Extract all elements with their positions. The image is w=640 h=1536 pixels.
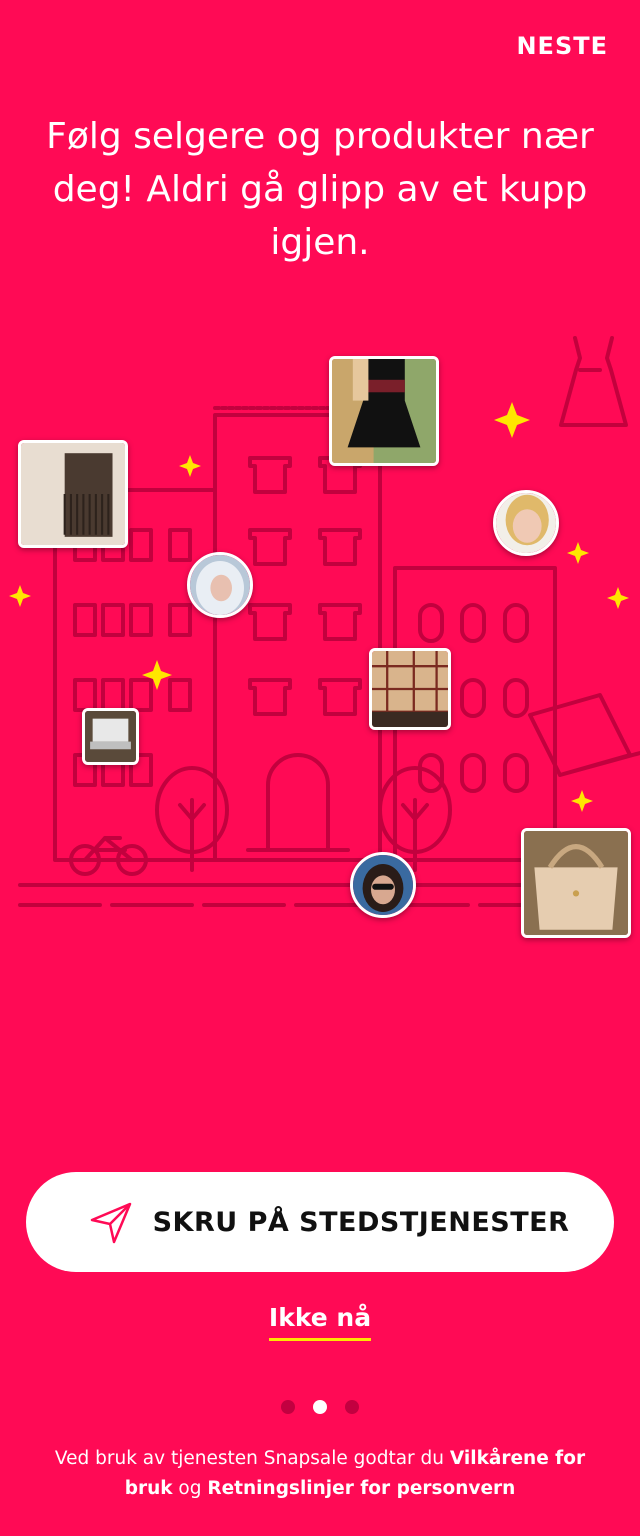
enable-location-button[interactable]: SKRU PÅ STEDSTJENESTER	[26, 1172, 614, 1272]
page-dot-2	[313, 1400, 327, 1414]
privacy-policy-link[interactable]: Retningslinjer for personvern	[207, 1478, 515, 1499]
product-photo-laptop	[82, 708, 139, 765]
not-now-link[interactable]: Ikke nå	[268, 1303, 372, 1341]
location-arrow-icon	[88, 1200, 134, 1246]
product-photo-backpack	[18, 440, 128, 548]
enable-location-label: SKRU PÅ STEDSTJENESTER	[152, 1206, 570, 1238]
pagination-dots	[0, 1400, 640, 1414]
product-photo-dress	[329, 356, 439, 466]
terms-text: Ved bruk av tjenesten Snapsale godtar du…	[30, 1444, 610, 1504]
seller-avatar-sunglasses	[350, 852, 416, 918]
onboarding-headline: Følg selgere og produkter nær deg! Aldri…	[46, 116, 594, 263]
terms-middle: og	[172, 1478, 208, 1499]
seller-avatar-woman	[493, 490, 559, 556]
product-photo-handbag	[521, 828, 631, 938]
terms-prefix: Ved bruk av tjenesten Snapsale godtar du	[54, 1448, 450, 1469]
product-photo-scarf	[369, 648, 451, 730]
city-illustration	[0, 330, 640, 950]
page-dot-3	[345, 1400, 359, 1414]
seller-avatar-blonde	[187, 552, 253, 618]
page-dot-1	[281, 1400, 295, 1414]
next-button[interactable]: NESTE	[516, 32, 608, 60]
